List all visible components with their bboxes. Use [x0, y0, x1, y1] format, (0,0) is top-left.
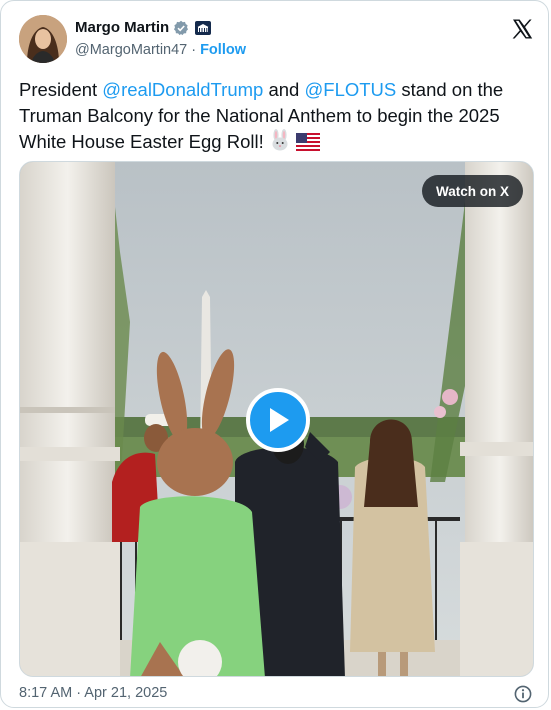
- author-handle-row: @MargoMartin47 · Follow: [75, 42, 246, 58]
- tweet-text-part-1: President: [19, 79, 103, 100]
- tweet-header: Margo Martin @MargoMartin47 · Follow: [19, 15, 534, 65]
- author-name-row: Margo Martin: [75, 19, 212, 36]
- mention-realdonaldtrump[interactable]: @realDonaldTrump: [102, 79, 263, 100]
- separator-dot: ·: [191, 42, 197, 58]
- author-handle[interactable]: @MargoMartin47: [75, 42, 187, 58]
- x-logo-icon[interactable]: [510, 17, 534, 41]
- play-button[interactable]: [246, 388, 310, 452]
- tweet-footer: 8:17 AM · Apr 21, 2025: [19, 685, 534, 705]
- us-flag-icon: [296, 132, 320, 158]
- timestamp[interactable]: 8:17 AM · Apr 21, 2025: [19, 685, 167, 701]
- follow-button[interactable]: Follow: [200, 42, 246, 58]
- author-name[interactable]: Margo Martin: [75, 19, 169, 36]
- tweet-text: President @realDonaldTrump and @FLOTUS s…: [19, 77, 534, 158]
- info-icon[interactable]: [514, 685, 532, 703]
- tweet-text-part-2: and: [263, 79, 305, 100]
- video-media[interactable]: Watch on X: [19, 161, 534, 677]
- mention-flotus[interactable]: @FLOTUS: [304, 79, 396, 100]
- white-house-badge-icon: [195, 20, 212, 35]
- avatar[interactable]: [19, 15, 67, 63]
- verified-badge-icon: [173, 20, 189, 36]
- rabbit-face-icon: [269, 129, 291, 158]
- tweet-card: Margo Martin @MargoMartin47 · Follow Pre…: [0, 0, 549, 708]
- play-icon: [270, 408, 289, 432]
- watch-on-x-button[interactable]: Watch on X: [422, 175, 523, 207]
